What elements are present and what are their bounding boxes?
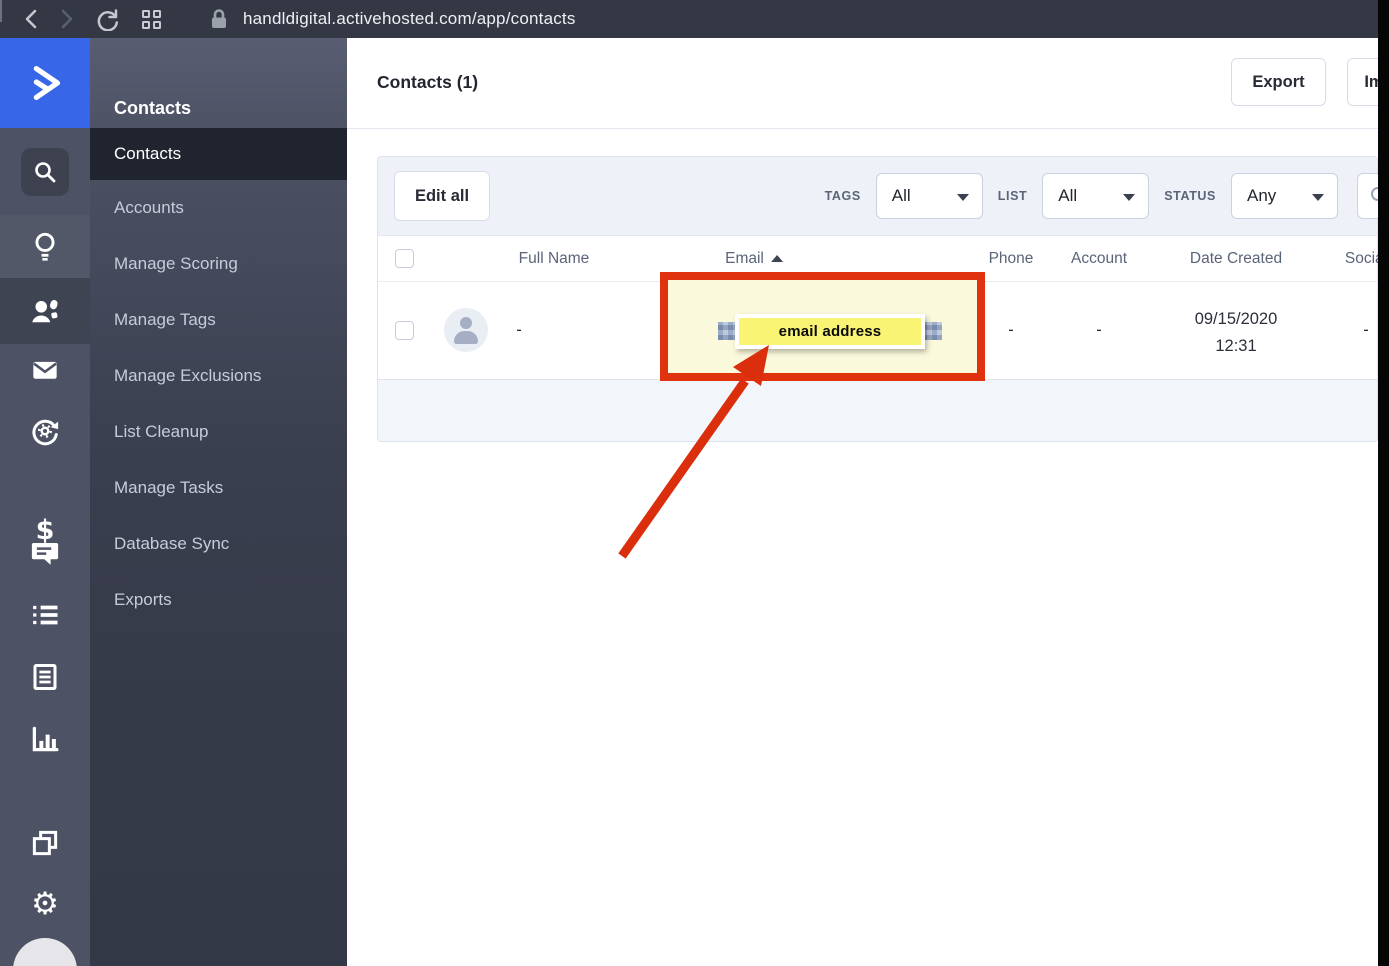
tab-overview-icon[interactable]: [136, 0, 166, 38]
forms-icon[interactable]: [0, 662, 90, 692]
forward-icon[interactable]: [52, 0, 82, 38]
app-window: handldigital.activehosted.com/app/contac…: [0, 0, 1389, 966]
person-icon: [454, 331, 478, 344]
contact-avatar: [444, 308, 488, 352]
column-date-created[interactable]: Date Created: [1190, 236, 1282, 282]
row-checkbox[interactable]: [395, 321, 414, 340]
activecampaign-logo-icon[interactable]: [0, 38, 90, 128]
tags-filter-label: TAGS: [824, 189, 861, 203]
cell-full-name: -: [516, 321, 522, 339]
address-bar[interactable]: handldigital.activehosted.com/app/contac…: [243, 0, 576, 38]
sidebar-section-title: Contacts: [114, 98, 192, 118]
column-account[interactable]: Account: [1071, 236, 1127, 282]
page-title: Contacts (1): [377, 72, 479, 92]
apps-icon[interactable]: [0, 828, 90, 858]
sidebar-item-manage-tasks[interactable]: Manage Tasks: [90, 460, 347, 516]
tags-filter-value: All: [891, 186, 911, 205]
lists-icon[interactable]: [0, 600, 90, 630]
lock-icon: [204, 0, 234, 38]
sidebar-item-exports[interactable]: Exports: [90, 572, 347, 628]
cell-account: -: [1096, 321, 1102, 339]
sidebar-item-contacts[interactable]: Contacts: [90, 128, 347, 180]
browser-toolbar: handldigital.activehosted.com/app/contac…: [0, 0, 1389, 38]
edit-all-button[interactable]: Edit all: [394, 171, 490, 221]
sidebar-item-label: Contacts: [114, 144, 182, 163]
tags-filter-dropdown[interactable]: All: [875, 173, 983, 219]
select-all-checkbox[interactable]: [395, 249, 414, 268]
chevron-down-icon: [1312, 194, 1324, 201]
account-avatar[interactable]: [13, 938, 77, 966]
sidebar-item-manage-tags[interactable]: Manage Tags: [90, 292, 347, 348]
reload-icon[interactable]: [92, 0, 122, 38]
contacts-icon[interactable]: [0, 296, 90, 326]
list-filter-dropdown[interactable]: All: [1042, 173, 1150, 219]
redacted-email-right: [922, 322, 942, 340]
reports-icon[interactable]: [0, 724, 90, 754]
chevron-down-icon: [1123, 194, 1136, 201]
sidebar-item-manage-exclusions[interactable]: Manage Exclusions: [90, 348, 347, 404]
list-filter-label: LIST: [997, 189, 1028, 203]
conversations-icon[interactable]: [0, 538, 90, 568]
table-footer-bar: [378, 379, 1377, 441]
site-tracking-icon[interactable]: [0, 232, 90, 262]
cell-social: -: [1363, 321, 1369, 339]
person-icon: [460, 317, 472, 329]
status-filter-dropdown[interactable]: Any: [1231, 173, 1338, 219]
back-icon[interactable]: [16, 0, 46, 38]
toolbar-separator: [0, 0, 2, 22]
automations-icon[interactable]: [0, 416, 90, 446]
icon-sidebar: $ ⚙: [0, 38, 90, 966]
chevron-down-icon: [956, 194, 969, 201]
export-button[interactable]: Export: [1231, 58, 1326, 106]
sidebar-item-database-sync[interactable]: Database Sync: [90, 516, 347, 572]
contacts-sidebar: Contacts Contacts Accounts Manage Scorin…: [90, 38, 347, 966]
status-filter-label: STATUS: [1164, 189, 1216, 203]
settings-gear-icon[interactable]: ⚙: [0, 889, 90, 920]
status-filter-value: Any: [1247, 186, 1277, 205]
main-content: Contacts (1) Export Import Edit all TAGS…: [347, 38, 1389, 966]
cell-date-created: 09/15/2020 12:31: [1194, 310, 1278, 355]
filter-group: TAGS All LIST All STATUS Any: [825, 173, 1338, 219]
column-phone[interactable]: Phone: [989, 236, 1034, 282]
campaigns-mail-icon[interactable]: [0, 356, 90, 384]
header-divider: [347, 128, 1389, 129]
cell-phone: -: [1008, 321, 1014, 339]
screen-edge-black-strip: [1378, 0, 1389, 966]
column-full-name[interactable]: Full Name: [519, 236, 590, 282]
sidebar-item-list-cleanup[interactable]: List Cleanup: [90, 404, 347, 460]
sidebar-item-manage-scoring[interactable]: Manage Scoring: [90, 236, 347, 292]
annotation-arrow: [618, 345, 769, 559]
sidebar-item-accounts[interactable]: Accounts: [90, 180, 347, 236]
search-icon[interactable]: [21, 148, 69, 196]
sort-ascending-icon: [770, 255, 783, 262]
table-toolbar: Edit all TAGS All LIST All STATUS Any: [378, 157, 1389, 236]
list-filter-value: All: [1058, 186, 1078, 205]
sidebar-menu-list: Accounts Manage Scoring Manage Tags Mana…: [90, 180, 347, 628]
